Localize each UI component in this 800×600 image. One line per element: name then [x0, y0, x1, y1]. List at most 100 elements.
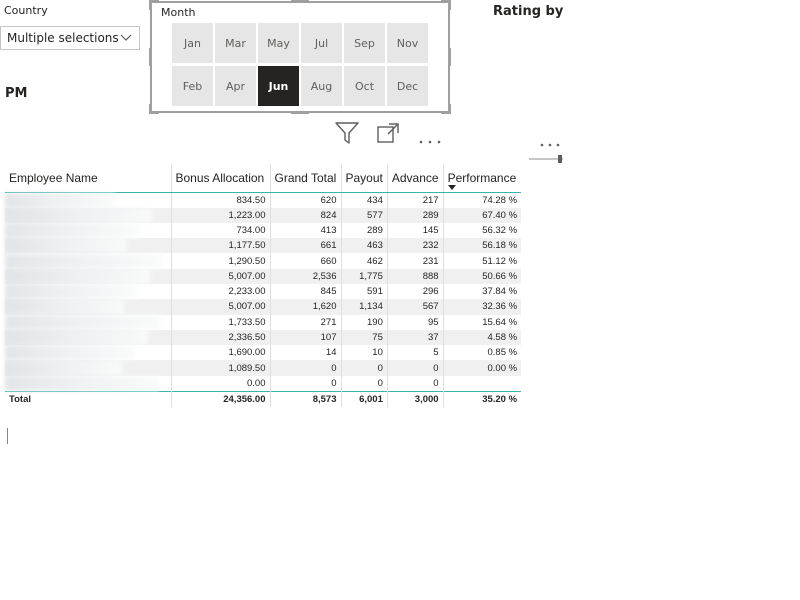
advance-cell: 231 — [387, 253, 444, 269]
column-header-grand-total[interactable]: Grand Total — [270, 164, 342, 193]
employee-name-cell — [5, 299, 172, 315]
bonus-cell: 2,336.50 — [171, 329, 271, 346]
month-tile-apr[interactable]: Apr — [215, 66, 256, 106]
employee-name-cell — [5, 222, 172, 239]
table-row[interactable]: 5,007.00 1,620 1,134 567 32.36 % — [5, 299, 522, 315]
total-label: Total — [5, 390, 172, 408]
advance-cell: 232 — [387, 238, 444, 254]
employee-table: Employee Name Bonus Allocation Grand Tot… — [5, 164, 522, 408]
month-tile-oct[interactable]: Oct — [344, 66, 385, 106]
grand-total-cell: 660 — [270, 253, 342, 269]
column-header-payout[interactable]: Payout — [341, 164, 388, 193]
payout-cell: 462 — [341, 253, 388, 269]
focus-mode-icon[interactable] — [377, 123, 399, 147]
advance-cell: 145 — [387, 222, 444, 239]
grand-total-cell: 845 — [270, 283, 342, 300]
employee-name-cell — [5, 329, 172, 346]
performance-cell: 74.28 % — [482, 194, 518, 206]
advance-cell: 5 — [387, 345, 444, 361]
resize-handle[interactable] — [149, 48, 152, 66]
filter-icon[interactable] — [334, 121, 360, 149]
table-row[interactable]: 0.00 0 0 0 — [5, 375, 521, 392]
table-row[interactable]: 1,177.50 661 463 232 56.18 % — [5, 238, 522, 254]
resize-handle[interactable] — [291, 111, 309, 114]
column-header-bonus-allocation[interactable]: Bonus Allocation — [171, 164, 271, 193]
table-row[interactable]: 5,007.00 2,536 1,775 888 50.66 % — [5, 268, 522, 284]
redacted-name — [5, 314, 161, 330]
employee-name-cell — [5, 360, 172, 376]
employee-name-cell — [5, 253, 172, 269]
month-slicer[interactable]: Month Jan Mar May Jul Sep Nov Feb Apr Jun Aug Oct D… — [149, 0, 451, 114]
table-row[interactable]: 1,223.00 824 577 289 67.40 % — [5, 207, 522, 223]
country-slicer-label: Country — [4, 4, 48, 17]
table-row[interactable]: 1,089.50 0 0 0 0.00 % — [5, 360, 522, 376]
column-header-employee-name[interactable]: Employee Name — [5, 164, 172, 193]
table-row[interactable]: 1,733.50 271 190 95 15.64 % — [5, 314, 521, 330]
resize-handle[interactable] — [448, 0, 451, 10]
performance-cell: 51.12 % — [482, 255, 518, 267]
column-header-performance-label: Performance — [447, 170, 517, 185]
table-row[interactable]: 834.50 620 434 217 74.28 % — [5, 192, 521, 208]
performance-cell: 56.18 % — [443, 238, 522, 254]
bonus-cell: 1,177.50 — [171, 238, 271, 254]
performance-cell: 4.58 % — [443, 329, 522, 346]
redacted-name — [5, 284, 137, 300]
performance-cell: 0.00 % — [443, 360, 522, 376]
advance-cell: 0 — [387, 375, 444, 392]
resize-handle[interactable] — [291, 0, 309, 3]
employee-name-cell — [5, 268, 172, 284]
total-advance: 3,000 — [387, 390, 444, 408]
table-row[interactable]: 2,336.50 107 75 37 4.58 % — [5, 329, 522, 346]
performance-cell: 50.66 % — [443, 268, 522, 284]
redacted-name — [5, 253, 163, 269]
table-row[interactable]: 1,690.00 14 10 5 0.85 % — [5, 345, 521, 361]
month-tile-jul[interactable]: Jul — [301, 23, 342, 63]
month-tile-may[interactable]: May — [258, 23, 299, 63]
employee-name-cell — [5, 238, 172, 254]
resize-handle[interactable] — [448, 48, 451, 66]
month-tile-aug[interactable]: Aug — [301, 66, 342, 106]
grand-total-cell: 2,536 — [270, 268, 342, 284]
payout-cell: 1,775 — [341, 268, 388, 284]
table-row[interactable]: 1,290.50 660 462 231 51.12 % — [5, 253, 521, 269]
grand-total-cell: 14 — [270, 345, 342, 361]
performance-cell: 37.84 % — [482, 286, 518, 298]
performance-cell: 67.40 % — [443, 207, 522, 223]
payout-cell: 75 — [341, 329, 388, 346]
employee-name-cell — [5, 283, 172, 300]
payout-cell: 0 — [341, 360, 388, 376]
bonus-cell: 1,290.50 — [171, 253, 271, 269]
grand-total-cell: 413 — [270, 222, 342, 239]
redacted-name — [5, 375, 159, 391]
resize-handle[interactable] — [448, 104, 451, 114]
redacted-name — [5, 222, 139, 238]
employee-name-cell — [5, 314, 172, 330]
month-tile-sep[interactable]: Sep — [344, 23, 385, 63]
redacted-name — [5, 268, 150, 284]
advance-cell: 289 — [387, 207, 444, 223]
month-tile-nov[interactable]: Nov — [387, 23, 428, 63]
slider-handle[interactable] — [558, 155, 562, 163]
table-row[interactable]: 734.00 413 289 145 56.32 % — [5, 222, 521, 239]
bonus-cell: 1,690.00 — [171, 345, 271, 361]
resize-handle[interactable] — [149, 104, 152, 114]
advance-cell: 888 — [387, 268, 444, 284]
country-dropdown[interactable]: Multiple selections — [0, 26, 140, 50]
payout-cell: 10 — [341, 345, 388, 361]
month-tile-jan[interactable]: Jan — [172, 23, 213, 63]
more-options-icon[interactable] — [539, 133, 563, 152]
total-row: Total 24,356.00 8,573 6,001 3,000 35.20 … — [5, 390, 522, 408]
column-header-advance[interactable]: Advance — [387, 164, 444, 193]
advance-cell: 567 — [387, 299, 444, 315]
more-options-icon[interactable] — [418, 130, 442, 149]
month-tile-mar[interactable]: Mar — [215, 23, 256, 63]
advance-cell: 296 — [387, 283, 444, 300]
month-tile-jun[interactable]: Jun — [258, 66, 299, 106]
month-tile-feb[interactable]: Feb — [172, 66, 213, 106]
advance-cell: 37 — [387, 329, 444, 346]
resize-handle[interactable] — [149, 0, 152, 10]
month-tile-dec[interactable]: Dec — [387, 66, 428, 106]
table-row[interactable]: 2,233.00 845 591 296 37.84 % — [5, 283, 521, 300]
payout-cell: 289 — [341, 222, 388, 239]
column-header-performance[interactable]: Performance — [443, 164, 522, 193]
